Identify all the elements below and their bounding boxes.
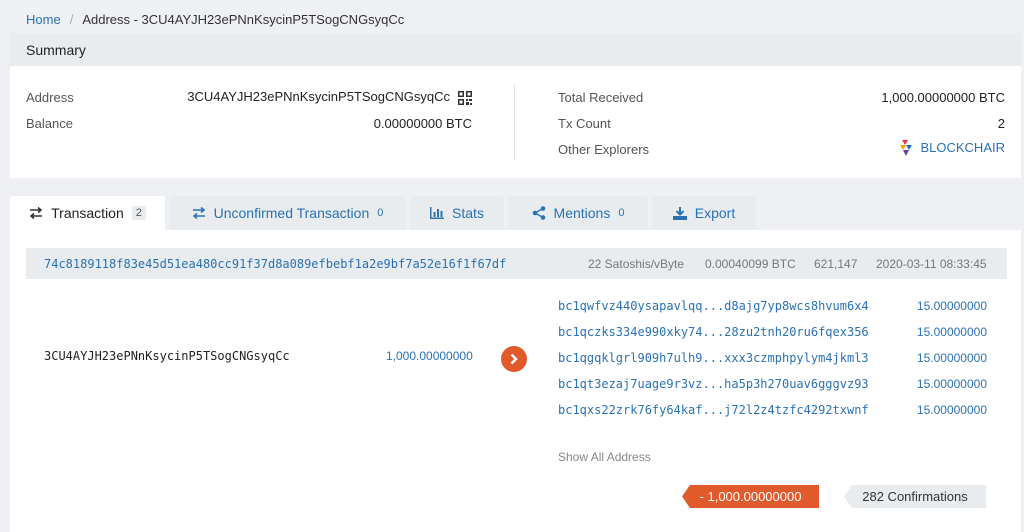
tab-transaction-label: Transaction xyxy=(51,205,124,221)
transaction-panel: 74c8189118f83e45d51ea480cc91f37d8a089efb… xyxy=(10,230,1021,532)
tab-transaction[interactable]: Transaction 2 xyxy=(10,196,165,230)
output-address-link[interactable]: bc1qgqklgrl909h7ulh9...xxx3czmphpylym4jk… xyxy=(558,351,869,365)
input-amount: 1,000.00000000 xyxy=(386,349,473,363)
arrows-exchange-icon xyxy=(192,207,206,219)
tx-fee-rate: 22 Satoshis/vByte xyxy=(588,256,685,271)
output-amount: 15.00000000 xyxy=(916,377,987,391)
summary-tx-count-row: Tx Count 2 xyxy=(558,114,1005,132)
confirmations-badge: 282 Confirmations xyxy=(844,485,986,508)
transaction-header: 74c8189118f83e45d51ea480cc91f37d8a089efb… xyxy=(26,248,1007,279)
tab-unconfirmed-label: Unconfirmed Transaction xyxy=(213,205,370,221)
output-address-link[interactable]: bc1qwfvz440ysapavlqq...d8ajg7yp8wcs8hvum… xyxy=(558,299,869,313)
qr-code-icon[interactable] xyxy=(458,90,472,105)
tab-export[interactable]: Export xyxy=(652,196,756,230)
tab-stats[interactable]: Stats xyxy=(410,196,504,230)
summary-header: Summary xyxy=(10,33,1021,66)
address-value[interactable]: 3CU4AYJH23ePNnKsycinP5TSogCNGsyqCc xyxy=(187,89,450,104)
arrow-right-button[interactable] xyxy=(501,346,527,372)
tab-transaction-count: 2 xyxy=(131,206,146,220)
output-row: bc1qgqklgrl909h7ulh9...xxx3czmphpylym4jk… xyxy=(558,351,987,367)
chevron-right-icon xyxy=(510,353,518,365)
tab-mentions-count: 0 xyxy=(618,207,625,219)
input-address: 3CU4AYJH23ePNnKsycinP5TSogCNGsyqCc xyxy=(44,349,290,363)
summary-total-received-row: Total Received 1,000.00000000 BTC xyxy=(558,88,1005,106)
breadcrumb-home-link[interactable]: Home xyxy=(26,12,61,27)
tx-count-label: Tx Count xyxy=(558,115,611,131)
tab-export-label: Export xyxy=(694,205,736,221)
output-row: bc1qwfvz440ysapavlqq...d8ajg7yp8wcs8hvum… xyxy=(558,299,987,315)
tab-unconfirmed-count: 0 xyxy=(377,207,384,219)
bar-chart-icon xyxy=(430,207,445,219)
total-received-value: 1,000.00000000 BTC xyxy=(881,89,1005,105)
balance-label: Balance xyxy=(26,115,73,131)
summary-other-explorers-row: Other Explorers BLOCKCHAIR xyxy=(558,139,1005,159)
tx-count-value: 2 xyxy=(997,115,1005,131)
output-address-link[interactable]: bc1qt3ezaj7uage9r3vz...ha5p3h270uav6gggv… xyxy=(558,377,869,391)
output-address-link[interactable]: bc1qxs22zrk76fy64kaf...j72l2z4tzfc4292tx… xyxy=(558,403,869,417)
transaction-hash-link[interactable]: 74c8189118f83e45d51ea480cc91f37d8a089efb… xyxy=(44,257,506,271)
output-row: bc1qt3ezaj7uage9r3vz...ha5p3h270uav6gggv… xyxy=(558,377,987,393)
output-row: bc1qczks334e990xky74...28zu2tnh20ru6fqex… xyxy=(558,325,987,341)
blockchair-logo-icon xyxy=(900,139,913,156)
tx-fee: 0.00040099 BTC xyxy=(705,256,796,271)
show-all-address-link[interactable]: Show All Address xyxy=(558,450,651,464)
tab-unconfirmed-transaction[interactable]: Unconfirmed Transaction 0 xyxy=(169,196,406,230)
tx-block[interactable]: 621,147 xyxy=(814,248,857,279)
tab-mentions[interactable]: Mentions 0 xyxy=(508,196,648,230)
output-row: bc1qxs22zrk76fy64kaf...j72l2z4tzfc4292tx… xyxy=(558,403,987,419)
output-amount: 15.00000000 xyxy=(916,299,987,313)
breadcrumb-current: Address - 3CU4AYJH23ePNnKsycinP5TSogCNGs… xyxy=(82,11,405,27)
summary-divider xyxy=(514,84,515,160)
tab-stats-label: Stats xyxy=(452,205,484,221)
tab-bar: Transaction 2 Unconfirmed Transaction 0 … xyxy=(10,196,760,230)
blockchair-link-wrap: BLOCKCHAIR xyxy=(900,139,1005,159)
breadcrumb-separator: / xyxy=(69,11,74,27)
address-value-wrap: 3CU4AYJH23ePNnKsycinP5TSogCNGsyqCc xyxy=(187,89,472,105)
summary-panel: Address 3CU4AYJH23ePNnKsycinP5TSogCNGsyq… xyxy=(10,66,1021,178)
total-received-label: Total Received xyxy=(558,89,644,105)
breadcrumb: Home / Address - 3CU4AYJH23ePNnKsycinP5T… xyxy=(26,10,404,28)
output-amount: 15.00000000 xyxy=(916,351,987,365)
address-label: Address xyxy=(26,89,74,105)
balance-value: 0.00000000 BTC xyxy=(373,115,472,131)
share-icon xyxy=(532,206,546,220)
summary-title: Summary xyxy=(26,41,86,58)
download-icon xyxy=(672,206,687,220)
summary-address-row: Address 3CU4AYJH23ePNnKsycinP5TSogCNGsyq… xyxy=(26,88,472,106)
arrows-exchange-icon xyxy=(29,207,43,219)
output-address-link[interactable]: bc1qczks334e990xky74...28zu2tnh20ru6fqex… xyxy=(558,325,869,339)
tab-mentions-label: Mentions xyxy=(553,205,611,221)
blockchair-label: BLOCKCHAIR xyxy=(920,140,1005,155)
other-explorers-label: Other Explorers xyxy=(558,141,650,157)
net-amount-badge: - 1,000.00000000 xyxy=(682,485,819,508)
tx-time: 2020-03-11 08:33:45 xyxy=(876,256,987,271)
output-amount: 15.00000000 xyxy=(916,325,987,339)
blockchair-link[interactable]: BLOCKCHAIR xyxy=(900,139,1005,156)
summary-balance-row: Balance 0.00000000 BTC xyxy=(26,114,472,132)
output-amount: 15.00000000 xyxy=(916,403,987,417)
